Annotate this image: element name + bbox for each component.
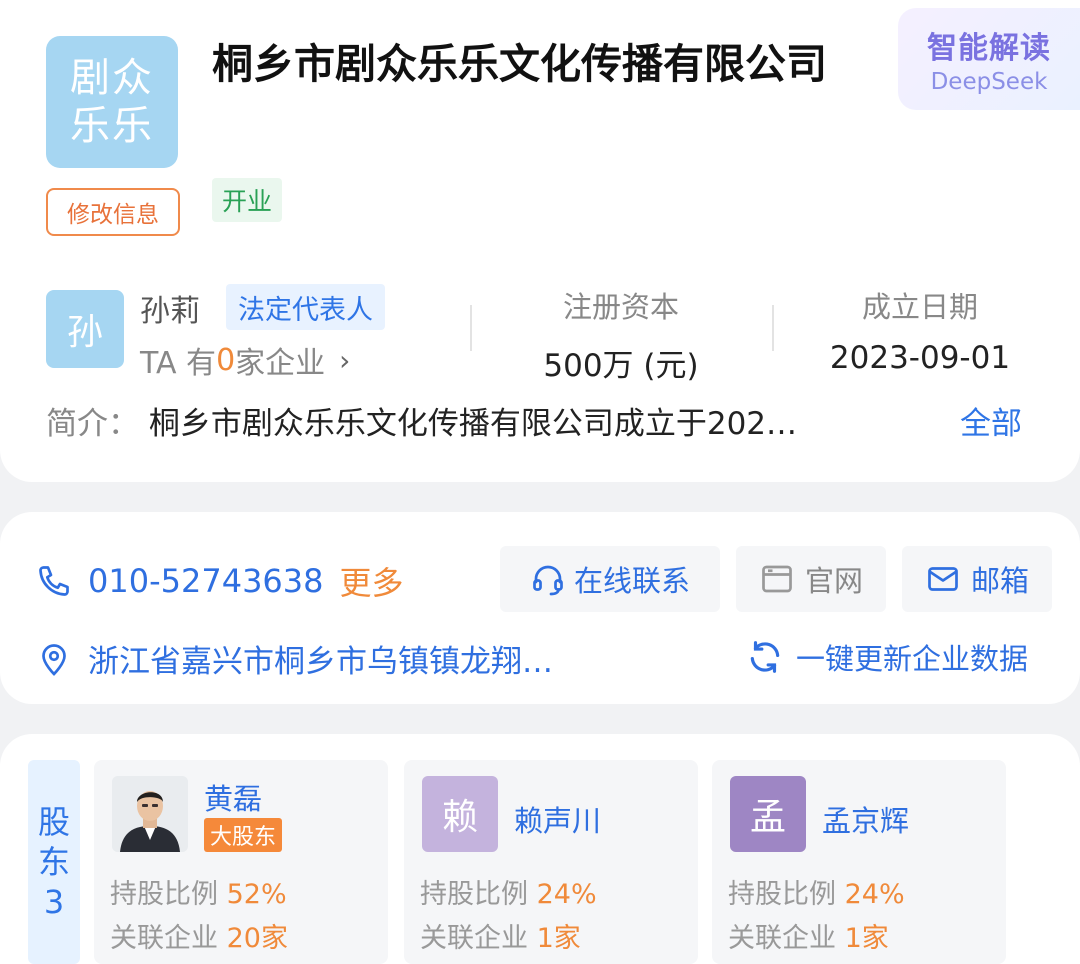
count-value: 0 (216, 342, 236, 378)
refresh-label: 一键更新企业数据 (796, 642, 1029, 676)
divider (470, 305, 472, 351)
shareholder-card[interactable]: 赖 赖声川 持股比例 24% 关联企业 1家 (404, 760, 698, 964)
online-contact-label: 在线联系 (573, 564, 690, 598)
related-value: 20家 (226, 923, 288, 954)
ai-title: 智能解读 (927, 31, 1051, 66)
ratio-value: 52% (226, 879, 287, 910)
date-label: 成立日期 (861, 290, 978, 324)
divider (772, 305, 774, 351)
browser-icon (759, 561, 795, 597)
shareholder-card[interactable]: 孟 孟京辉 持股比例 24% 关联企业 1家 (712, 760, 1006, 964)
ratio-value: 24% (844, 879, 905, 910)
shareholder-name: 黄磊 (204, 782, 263, 816)
shareholder-name: 孟京辉 (822, 804, 910, 838)
online-contact-button[interactable]: 在线联系 (500, 546, 720, 612)
legal-rep-company-count[interactable]: TA 有 0 家企业 › (140, 338, 350, 382)
refresh-icon (746, 638, 784, 676)
company-logo: 剧众 乐乐 (46, 36, 178, 168)
shareholder-name: 赖声川 (514, 804, 602, 838)
status-badge: 开业 (212, 178, 283, 222)
address-row[interactable]: 浙江省嘉兴市桐乡市乌镇镇龙翔… (36, 636, 553, 681)
ratio-label: 持股比例 (420, 879, 528, 910)
email-button[interactable]: 邮箱 (902, 546, 1052, 612)
intro-label: 简介： (46, 406, 139, 442)
mail-icon (925, 561, 961, 597)
count-prefix: TA 有 (140, 346, 217, 381)
phone-icon (36, 563, 72, 599)
ai-interpret-button[interactable]: 智能解读 DeepSeek (898, 8, 1080, 110)
related-value: 1家 (844, 923, 889, 954)
ratio-value: 24% (536, 879, 597, 910)
intro-text: 桐乡市剧众乐乐文化传播有限公司成立于202… (148, 406, 798, 442)
shareholder-card[interactable]: 黄磊 大股东 持股比例 52% 关联企业 20家 (94, 760, 388, 964)
company-intro: 简介： 桐乡市剧众乐乐文化传播有限公司成立于202… 全部 (46, 398, 1046, 443)
shareholders-label-1: 股 (37, 803, 70, 841)
ratio-label: 持股比例 (110, 879, 218, 910)
phone-row: 010-52743638 更多 (36, 558, 404, 604)
company-name: 桐乡市剧众乐乐文化传播有限公司 (212, 40, 827, 88)
headset-icon (530, 561, 566, 597)
related-companies: 关联企业 1家 (728, 916, 889, 955)
shareholder-avatar: 孟 (730, 776, 806, 852)
shareholding-ratio: 持股比例 24% (420, 872, 597, 911)
date-value: 2023-09-01 (829, 340, 1011, 376)
legal-rep-name[interactable]: 孙莉 (140, 286, 200, 330)
logo-line-2: 乐乐 (70, 103, 154, 149)
related-label: 关联企业 (420, 923, 528, 954)
refresh-data-button[interactable]: 一键更新企业数据 (746, 636, 1028, 678)
legal-rep-avatar: 孙 (46, 290, 124, 368)
email-label: 邮箱 (970, 564, 1029, 598)
legal-rep-tag: 法定代表人 (226, 284, 385, 330)
location-pin-icon (36, 640, 72, 678)
logo-line-1: 剧众 (70, 55, 154, 101)
capital-value: 500万 (元) (543, 348, 699, 384)
phone-more-link[interactable]: 更多 (340, 558, 404, 604)
shareholder-avatar: 赖 (422, 776, 498, 852)
related-companies: 关联企业 20家 (110, 916, 288, 955)
ai-subtitle: DeepSeek (930, 69, 1048, 95)
related-label: 关联企业 (110, 923, 218, 954)
related-label: 关联企业 (728, 923, 836, 954)
major-shareholder-badge: 大股东 (204, 818, 283, 852)
related-value: 1家 (536, 923, 581, 954)
registered-capital: 注册资本 500万 (元) (490, 284, 752, 385)
founded-date: 成立日期 2023-09-01 (792, 284, 1048, 376)
shareholding-ratio: 持股比例 52% (110, 872, 287, 911)
shareholders-label-2: 东 (37, 843, 70, 881)
count-suffix: 家企业 (235, 346, 326, 381)
website-label: 官网 (804, 564, 863, 598)
shareholding-ratio: 持股比例 24% (728, 872, 905, 911)
shareholders-tab[interactable]: 股 东 3 (28, 760, 80, 964)
intro-more-link[interactable]: 全部 (960, 398, 1022, 443)
ratio-label: 持股比例 (728, 879, 836, 910)
chevron-right-icon: › (339, 343, 351, 377)
address-text: 浙江省嘉兴市桐乡市乌镇镇龙翔… (88, 644, 553, 680)
edit-info-button[interactable]: 修改信息 (46, 188, 180, 236)
shareholders-count: 3 (43, 883, 65, 921)
shareholder-photo (112, 776, 188, 852)
phone-number[interactable]: 010-52743638 (88, 562, 324, 600)
related-companies: 关联企业 1家 (420, 916, 581, 955)
website-button[interactable]: 官网 (736, 546, 886, 612)
capital-label: 注册资本 (562, 290, 679, 324)
